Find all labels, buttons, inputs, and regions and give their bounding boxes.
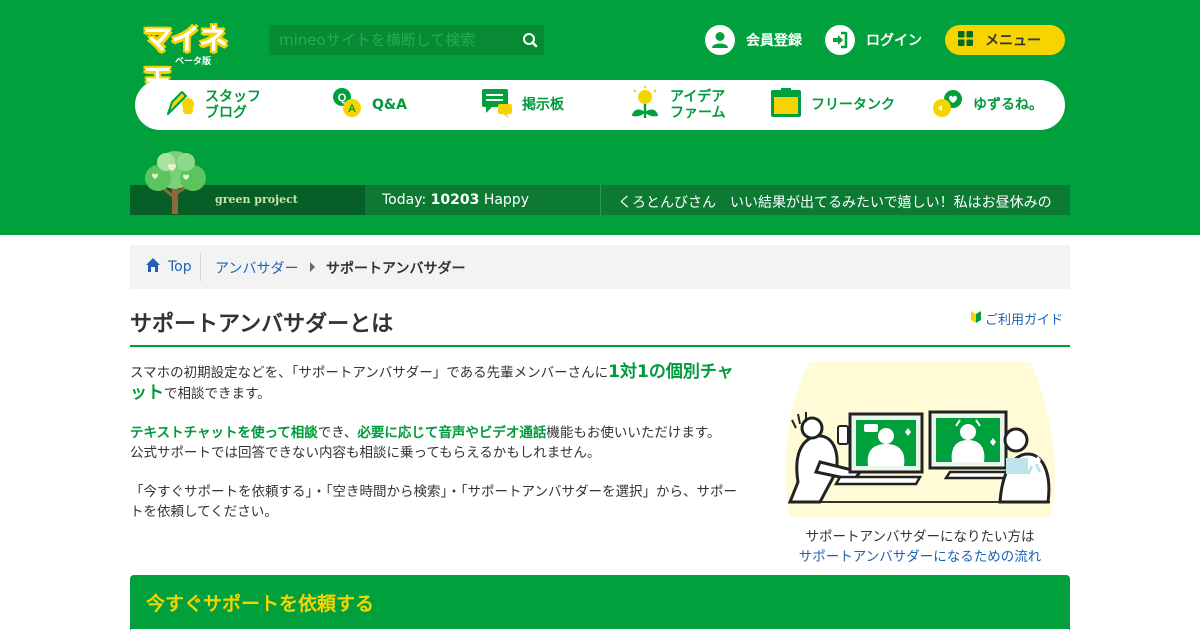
site-logo[interactable]: マイネ王 ベータ版 [143, 16, 243, 98]
nav-item-staff-blog[interactable]: スタッフ ブログ [164, 80, 261, 130]
nav-item-yuzurune-label: ゆずるね。 [973, 97, 1043, 113]
green-project-divider [600, 185, 601, 215]
site-search [269, 25, 544, 55]
today-count: 10203 [430, 192, 480, 208]
intro-p2-text-c: 公式サポートでは回答できない内容も相談に乗ってもらえるかもしれません。 [130, 445, 601, 461]
breadcrumb-home-label: Top [168, 259, 192, 275]
register-button[interactable]: 会員登録 [705, 25, 802, 55]
intro-text: スマホの初期設定などを、「サポートアンバサダー」である先輩メンバーさんに1対1の… [130, 362, 750, 541]
lightbulb-sprout-icon [629, 86, 670, 124]
login-icon [825, 25, 855, 55]
breadcrumb-home[interactable]: Top [145, 257, 192, 277]
nav-item-qa-label: Q&A [372, 97, 407, 113]
beginner-mark-icon [970, 310, 985, 328]
intro-p2-highlight-1: テキストチャットを使って相談 [130, 425, 318, 441]
register-label: 会員登録 [746, 33, 802, 49]
login-button[interactable]: ログイン [825, 25, 922, 55]
site-header: マイネ王 ベータ版 会員登録 ログイン [0, 0, 1200, 235]
chat-support-illustration [780, 362, 1060, 517]
nav-item-board[interactable]: 掲示板 [481, 80, 564, 130]
home-icon [145, 257, 168, 277]
become-ambassador-link[interactable]: サポートアンバサダーになるための流れ [780, 547, 1060, 567]
user-guide-link[interactable]: ご利用ガイド [970, 309, 1063, 328]
request-support-section: 今すぐサポートを依頼する [130, 575, 1070, 630]
breadcrumb-parent-link[interactable]: アンバサダー [215, 258, 298, 278]
today-label: Today: [382, 192, 427, 208]
login-label: ログイン [866, 33, 922, 49]
nav-item-idea-farm[interactable]: アイデア ファーム [629, 80, 726, 130]
user-icon [705, 25, 735, 55]
today-suffix: Happy [483, 192, 529, 208]
grid-icon [958, 30, 973, 50]
tank-icon [770, 88, 811, 122]
search-icon[interactable] [520, 30, 540, 50]
menu-button[interactable]: メニュー [945, 25, 1065, 55]
nav-item-free-tank-label: フリータンク [811, 97, 895, 113]
chevron-right-icon [310, 262, 315, 272]
nav-item-idea-farm-line2: ファーム [670, 105, 726, 121]
breadcrumb-current: サポートアンバサダー [326, 261, 466, 277]
become-ambassador-text: サポートアンバサダーになりたい方は [805, 529, 1035, 545]
intro-paragraph-1: スマホの初期設定などを、「サポートアンバサダー」である先輩メンバーさんに1対1の… [130, 362, 750, 404]
breadcrumb-divider [200, 253, 201, 281]
yuzurune-icon [932, 88, 973, 122]
nav-item-free-tank[interactable]: フリータンク [770, 80, 895, 130]
green-project-bar: green project Today: 10203 Happy くろとんびさん… [130, 185, 1070, 215]
svg-text:A: A [348, 103, 356, 115]
tree-icon [138, 148, 213, 218]
green-project-name: green project [215, 193, 298, 206]
intro-p1-text-b: で相談できます。 [164, 386, 271, 402]
qa-icon: Q A [331, 87, 372, 123]
chat-board-icon [481, 88, 522, 122]
intro-p2-highlight-2: 必要に応じて音声やビデオ通話 [357, 425, 547, 441]
nav-item-yuzurune[interactable]: ゆずるね。 [932, 80, 1043, 130]
breadcrumb: Top アンバサダー サポートアンバサダー [130, 245, 1070, 289]
title-underline [130, 345, 1070, 347]
main-nav: スタッフ ブログ Q A Q&A 掲示板 アイデア ファーム フリータンク ゆず… [135, 80, 1065, 130]
pen-icon [164, 88, 205, 122]
nav-item-qa[interactable]: Q A Q&A [331, 80, 407, 130]
intro-p2-text-b: 機能もお使いいただけます。 [546, 425, 721, 441]
user-guide-label: ご利用ガイド [985, 313, 1064, 328]
page-title: サポートアンバサダーとは [130, 312, 394, 337]
search-input[interactable] [269, 25, 509, 55]
intro-p2-text-a: でき、 [317, 425, 358, 441]
intro-paragraph-2: テキストチャットを使って相談でき、必要に応じて音声やビデオ通話機能もお使いいただ… [130, 423, 750, 463]
intro-p1-text-a: スマホの初期設定などを、「サポートアンバサダー」である先輩メンバーさんに [130, 365, 609, 381]
nav-item-staff-blog-line2: ブログ [205, 105, 247, 121]
intro-paragraph-3: 「今すぐサポートを依頼する」・「空き時間から検索」・「サポートアンバサダーを選択… [130, 484, 737, 520]
nav-item-idea-farm-line1: アイデア [670, 89, 726, 105]
happy-message-ticker[interactable]: くろとんびさん いい結果が出てるみたいで嬉しい！私はお昼休みの [618, 192, 1063, 212]
today-happy-counter: Today: 10203 Happy [382, 192, 529, 208]
logo-beta-label: ベータ版 [175, 57, 212, 67]
request-support-heading: 今すぐサポートを依頼する [146, 593, 375, 615]
become-ambassador-section: サポートアンバサダーになりたい方は サポートアンバサダーになるための流れ [780, 527, 1060, 567]
nav-item-board-label: 掲示板 [522, 97, 564, 113]
menu-label: メニュー [985, 33, 1041, 49]
nav-item-staff-blog-line1: スタッフ [205, 89, 261, 105]
